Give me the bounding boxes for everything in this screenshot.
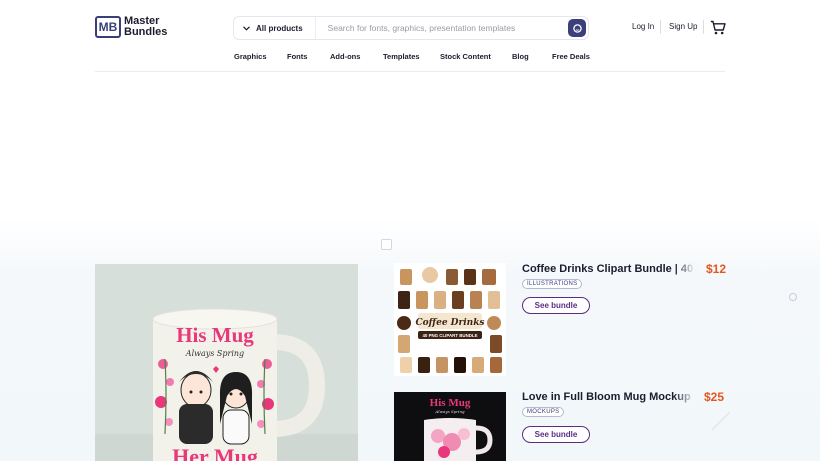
category-tag[interactable]: MOCKUPS <box>522 407 565 417</box>
chevron-down-icon <box>243 25 250 31</box>
mug-script: Always Spring <box>185 349 244 358</box>
cart-button[interactable] <box>710 20 726 40</box>
product-title[interactable]: Coffee Drinks Clipart Bundle | 40 PNG <box>522 263 694 275</box>
search-bar: All products <box>233 16 589 40</box>
header-divider <box>703 20 704 34</box>
signup-link[interactable]: Sign Up <box>669 22 697 31</box>
nav-graphics[interactable]: Graphics <box>234 52 267 61</box>
logo-text: Master Bundles <box>124 16 167 38</box>
product-title[interactable]: Love in Full Bloom Mug Mockup Bundle <box>522 391 694 403</box>
mug-title-his: His Mug <box>176 323 254 347</box>
nav-free-deals[interactable]: Free Deals <box>552 52 590 61</box>
thumb-banner-sub: 40 PNG CLIPART BUNDLE <box>422 333 477 338</box>
nav-blog[interactable]: Blog <box>512 52 529 61</box>
thumb-mug-script: Always Spring <box>434 409 465 414</box>
search-input[interactable] <box>315 22 568 34</box>
product-price: $25 <box>704 390 725 404</box>
see-bundle-button[interactable]: See bundle <box>522 426 590 443</box>
nav-divider <box>95 71 725 72</box>
thumb-banner-title: Coffee Drinks <box>415 318 484 328</box>
category-select-label: All products <box>256 23 303 33</box>
decorative-stroke <box>711 411 731 431</box>
login-link[interactable]: Log In <box>632 22 654 31</box>
nav-templates[interactable]: Templates <box>383 52 420 61</box>
cart-icon <box>710 20 726 35</box>
nav-fonts[interactable]: Fonts <box>287 52 307 61</box>
hero-mug-image[interactable]: His Mug Always Spring Her Mug <box>95 264 358 461</box>
mug-mockup-image: His Mug Always Spring <box>394 392 506 461</box>
product-thumbnail-mug[interactable]: His Mug Always Spring <box>394 392 506 461</box>
product-thumbnail-coffee[interactable]: Coffee Drinks 40 PNG CLIPART BUNDLE <box>394 263 506 376</box>
site-header: MB Master Bundles All products Log In Si… <box>0 0 820 72</box>
category-tag[interactable]: ILLUSTRATIONS <box>522 279 583 289</box>
header-divider <box>660 20 661 34</box>
coffee-drinks-image: Coffee Drinks 40 PNG CLIPART BUNDLE <box>397 267 502 373</box>
category-select[interactable]: All products <box>234 17 316 39</box>
mug-illustration: His Mug Always Spring Her Mug <box>95 264 358 461</box>
title-fade <box>674 262 700 278</box>
logo-mark: MB <box>95 16 121 38</box>
see-bundle-button[interactable]: See bundle <box>522 297 590 314</box>
nav-addons[interactable]: Add-ons <box>330 52 360 61</box>
nav-stock-content[interactable]: Stock Content <box>440 52 491 61</box>
thumb-mug-title: His Mug <box>430 397 471 409</box>
search-button[interactable] <box>568 19 586 37</box>
mug-title-her: Her Mug <box>172 444 258 461</box>
logo-text-line2: Bundles <box>124 26 168 38</box>
logo[interactable]: MB Master Bundles <box>95 16 167 38</box>
title-fade <box>674 390 700 406</box>
carousel-dot[interactable] <box>789 293 797 301</box>
search-icon <box>572 23 582 33</box>
compare-checkbox[interactable] <box>381 239 392 250</box>
product-price: $12 <box>706 262 727 276</box>
